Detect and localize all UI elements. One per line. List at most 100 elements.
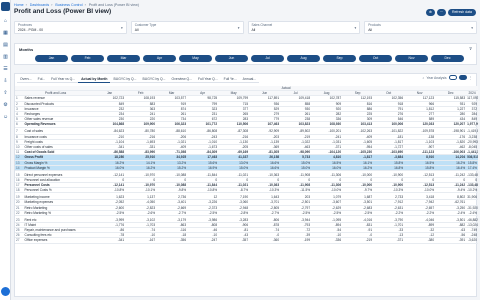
chevron-down-icon: ▾ xyxy=(237,26,240,30)
refresh-data-button[interactable]: Refresh data xyxy=(447,9,476,16)
month-button-feb[interactable]: Feb xyxy=(71,55,104,62)
table-row[interactable]: 27 Office expenses -341 -167 -356 -247 -357 -36… xyxy=(15,237,478,244)
pnl-grid-panel: Overv... Ful... Full Year vs Q... Actual by… xyxy=(14,73,478,297)
filter-customer-type[interactable]: Customer Type All ▾ xyxy=(130,21,244,34)
search-label[interactable]: Year Analysis xyxy=(426,76,446,80)
upload-icon[interactable]: ⇧ xyxy=(2,90,9,96)
filter-value: All xyxy=(134,28,139,32)
value-cell: -219 xyxy=(342,237,374,244)
filter-value: All xyxy=(251,28,256,32)
breadcrumb-business-control[interactable]: Business Control xyxy=(55,3,82,7)
month-button-jul[interactable]: Jul xyxy=(251,55,284,62)
grid-tab[interactable]: Overview Q... xyxy=(168,75,196,83)
grid-tab[interactable]: BUGYC by Q... xyxy=(110,75,140,83)
more-button[interactable]: ⋯ xyxy=(436,9,446,16)
month-button-aug[interactable]: Aug xyxy=(287,55,320,62)
chevron-down-icon: ▾ xyxy=(120,26,123,30)
filter-value: 2024 - PGM - 00 xyxy=(18,28,44,32)
grid-tab[interactable]: BUGYC by Q... xyxy=(139,75,169,83)
month-button-oct[interactable]: Oct xyxy=(359,55,392,62)
value-cell: -1,419,823 xyxy=(466,129,478,135)
filter-provinces[interactable]: Provinces 2024 - PGM - 00 ▾ xyxy=(14,21,127,34)
value-cell: -31,920 xyxy=(466,205,478,211)
month-button-may[interactable]: May xyxy=(179,55,212,62)
page-title: Profit and Loss (Power BI view) xyxy=(14,8,112,15)
value-cell: -20,993 xyxy=(466,139,478,145)
value-cell: -3,620 xyxy=(466,237,478,244)
value-cell: -371 xyxy=(373,237,405,244)
breadcrumb-dashboards[interactable]: Dashboards xyxy=(30,3,49,7)
months-panel: Months ⊽ Jan Feb Mar Apr May Jun Jul Aug Sep Oct N… xyxy=(14,43,477,65)
value-cell: -199 xyxy=(280,237,312,244)
value-cell: -356 xyxy=(156,237,188,244)
value-cell: -13,024 xyxy=(466,222,478,229)
home-icon[interactable]: ⌂ xyxy=(2,18,9,24)
filter-label: Customer Type xyxy=(134,23,157,27)
value-cell: 31,906 xyxy=(466,195,478,201)
value-cell: -336 xyxy=(311,237,343,244)
list-icon[interactable]: ☰ xyxy=(2,66,9,72)
filter-value: All xyxy=(368,28,373,32)
settings-icon[interactable]: ⚙ xyxy=(2,102,9,108)
grid-tab[interactable]: Overv... xyxy=(17,75,35,83)
chart-icon[interactable]: ▤ xyxy=(2,42,9,48)
filter-icon[interactable]: ⊽ xyxy=(469,46,472,51)
chevron-down-icon: ▾ xyxy=(471,26,473,30)
value-cell: -357 xyxy=(218,237,250,244)
breadcrumb-home[interactable]: Home xyxy=(14,3,24,7)
month-button-dec[interactable]: Dec xyxy=(431,55,464,62)
main-content: Home › Dashboards › Business Control › Prof… xyxy=(11,0,480,300)
month-button-jan[interactable]: Jan xyxy=(35,55,68,62)
value-cell: 15.8% xyxy=(466,160,478,166)
month-button-sep[interactable]: Sep xyxy=(323,55,356,62)
grid-tab[interactable]: Actual by Month xyxy=(78,75,111,83)
filter-sales-channel[interactable]: Sales Channel All ▾ xyxy=(247,21,361,34)
users-icon[interactable]: ☺ xyxy=(2,114,9,120)
value-cell: -360 xyxy=(249,237,281,244)
value-cell: -46,882 xyxy=(466,217,478,223)
month-button-jun[interactable]: Jun xyxy=(215,55,248,62)
toggle-off[interactable] xyxy=(448,75,457,80)
dashboard-icon[interactable]: ▦ xyxy=(2,30,9,36)
toggle-on[interactable] xyxy=(458,75,467,80)
chevron-down-icon: ▾ xyxy=(354,26,357,30)
months-title: Months xyxy=(19,47,34,52)
grid-tab[interactable]: Full Year Q... xyxy=(195,75,221,83)
filter-label: Products xyxy=(368,23,381,27)
more-icon[interactable]: ⋮ xyxy=(469,76,472,80)
row-label: Office expenses xyxy=(23,237,88,244)
app-logo[interactable] xyxy=(1,2,10,11)
help-button[interactable] xyxy=(1,287,10,296)
grid-tab[interactable]: Ful... xyxy=(34,75,49,83)
month-button-nov[interactable]: Nov xyxy=(395,55,428,62)
grid-tab[interactable]: Full Ye... xyxy=(220,75,240,83)
value-cell: 1,977,909 xyxy=(466,121,478,128)
month-button-apr[interactable]: Apr xyxy=(143,55,176,62)
value-cell: -8,045 xyxy=(466,144,478,151)
add-button[interactable]: ⊕ xyxy=(425,9,435,16)
value-cell: -247 xyxy=(187,237,219,244)
value-cell: 117,093 xyxy=(466,95,478,102)
report-icon[interactable]: ▥ xyxy=(2,54,9,60)
value-cell: -133,480 xyxy=(466,182,478,189)
month-button-mar[interactable]: Mar xyxy=(107,55,140,62)
value-cell: -3,238 xyxy=(466,134,478,140)
grid-tab[interactable]: Annual... xyxy=(239,75,260,83)
value-cell: -341 xyxy=(94,237,126,244)
search-icon[interactable]: ⌕ xyxy=(422,76,424,80)
value-cell: 536,510 xyxy=(466,154,478,161)
breadcrumb: Home › Dashboards › Business Control › Prof… xyxy=(14,3,139,7)
download-icon[interactable]: ⇩ xyxy=(2,78,9,84)
pnl-table: Actual Profit and Loss Jan Feb Mar Apr May Jun… xyxy=(15,86,478,244)
month-buttons: Jan Feb Mar Apr May Jun Jul Aug Sep Oct Nov Dec xyxy=(35,55,464,62)
value-cell: -391 xyxy=(435,237,467,244)
side-nav-rail: ⌂ ▦ ▤ ▥ ☰ ⇩ ⇧ ⚙ ☺ xyxy=(0,0,11,300)
filter-label: Provinces xyxy=(18,23,32,27)
row-index: 27 xyxy=(15,237,24,244)
value-cell: -10.2% xyxy=(466,187,478,194)
filter-products[interactable]: Products All ▾ xyxy=(364,21,477,34)
grid-tools: ⌕ Year Analysis ⋮ xyxy=(422,75,472,80)
breadcrumb-current: Profit and Loss (Power BI view) xyxy=(88,3,139,7)
grid-tab[interactable]: Full Year vs Q... xyxy=(48,75,79,83)
value-cell: -133,480 xyxy=(466,172,478,178)
